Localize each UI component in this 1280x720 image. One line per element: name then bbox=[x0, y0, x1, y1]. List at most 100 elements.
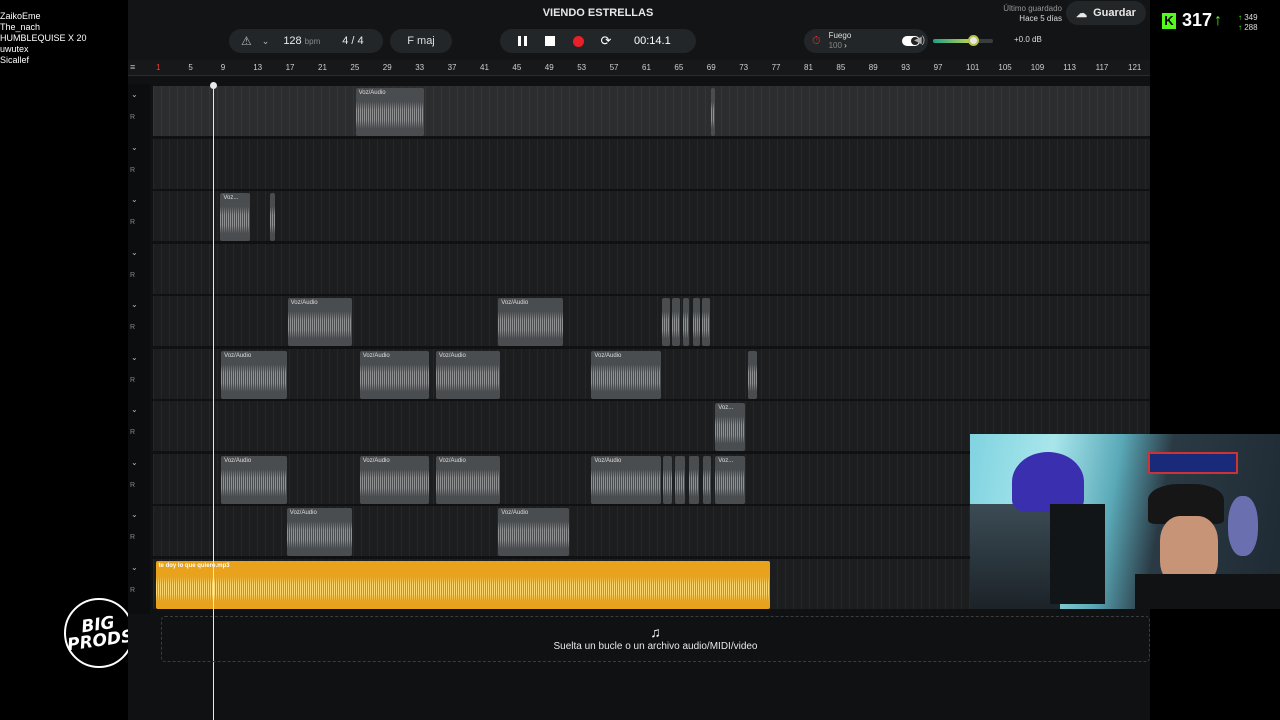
audio-clip[interactable]: Voz/Audio bbox=[498, 508, 570, 556]
audio-clip[interactable]: Voz/Audio bbox=[359, 350, 429, 399]
volume-knob[interactable] bbox=[968, 35, 979, 46]
track-header[interactable]: ⌄ R bbox=[128, 452, 150, 504]
audio-clip[interactable] bbox=[672, 298, 680, 346]
chevron-down-icon[interactable]: ⌄ bbox=[131, 248, 138, 257]
audio-clip[interactable] bbox=[747, 350, 758, 399]
input-record-icon[interactable]: R bbox=[130, 219, 135, 226]
input-record-icon[interactable]: R bbox=[130, 324, 135, 331]
audio-clip[interactable] bbox=[688, 455, 700, 504]
chevron-down-icon[interactable]: ⌄ bbox=[131, 405, 138, 414]
audio-clip[interactable]: Voz/Audio bbox=[359, 455, 429, 504]
chevron-down-icon[interactable]: ⌄ bbox=[131, 143, 138, 152]
viewer-counter: K 317 ↑ bbox=[1162, 10, 1222, 31]
track-header[interactable]: ⌄ R bbox=[128, 137, 150, 189]
kick-logo: K bbox=[1162, 12, 1176, 29]
ruler-tick: 37 bbox=[447, 63, 457, 72]
input-record-icon[interactable]: R bbox=[130, 272, 135, 279]
chevron-down-icon[interactable]: ⌄ bbox=[131, 510, 138, 519]
track-lane[interactable] bbox=[153, 243, 1150, 295]
audio-clip[interactable]: Voz/Audio bbox=[498, 298, 563, 346]
audio-clip[interactable]: Voz/Audio bbox=[287, 298, 352, 346]
input-record-icon[interactable]: R bbox=[130, 167, 135, 174]
loop-button[interactable]: ⟳ bbox=[592, 29, 620, 53]
track-header[interactable]: ⌄ R bbox=[128, 294, 150, 346]
audio-clip[interactable]: Voz/Audio bbox=[435, 350, 500, 399]
master-fx-pill[interactable]: ⏱ Fuego 100 › bbox=[804, 29, 928, 53]
chevron-down-icon[interactable]: ⌄ bbox=[131, 300, 138, 309]
timeline-ruler[interactable]: ≡ 1 5 9 13 17 21 25 29 33 37 41 45 49 53 57 61 65 69 73 77 8… bbox=[128, 60, 1150, 76]
track-header[interactable]: ⌄ R bbox=[128, 557, 150, 609]
ruler-tick: 5 bbox=[188, 63, 193, 72]
audio-clip[interactable] bbox=[703, 455, 712, 504]
bpm-unit: bpm bbox=[304, 36, 321, 46]
big-prods-logo: BIG PRODS bbox=[64, 598, 134, 668]
clip-label: Voz/Audio bbox=[290, 300, 318, 306]
audio-clip[interactable]: Voz/Audio bbox=[591, 455, 661, 504]
audio-clip[interactable] bbox=[702, 298, 711, 346]
track-header[interactable]: ⌄ R bbox=[128, 399, 150, 451]
input-record-icon[interactable]: R bbox=[130, 482, 135, 489]
input-record-icon[interactable]: R bbox=[130, 377, 135, 384]
speaker-icon[interactable]: ◀) bbox=[914, 35, 925, 46]
key-selector[interactable]: F maj bbox=[390, 29, 452, 53]
audio-clip[interactable]: Voz/Audio bbox=[221, 350, 287, 399]
chat-name: ZaikoEme bbox=[0, 11, 41, 21]
audio-clip[interactable]: Voz/Audio bbox=[286, 508, 352, 556]
drop-zone-text: Suelta un bucle o un archivo audio/MIDI/… bbox=[553, 641, 758, 652]
ruler-tick: 53 bbox=[577, 63, 587, 72]
stop-button[interactable] bbox=[536, 29, 564, 53]
track-header[interactable]: ⌄ R bbox=[128, 84, 150, 136]
track-header[interactable]: ⌄ R bbox=[128, 504, 150, 556]
metronome-icon[interactable]: ⚠ bbox=[241, 34, 252, 48]
input-record-icon[interactable]: R bbox=[130, 587, 135, 594]
audio-clip[interactable]: Voz/Audio bbox=[355, 88, 425, 136]
track-lane[interactable]: Voz... bbox=[153, 191, 1150, 242]
save-button[interactable]: ☁ Guardar bbox=[1066, 1, 1146, 25]
chevron-down-icon[interactable]: ⌄ bbox=[262, 36, 270, 47]
track-header[interactable]: ⌄ R bbox=[128, 189, 150, 241]
master-value: 100 bbox=[828, 41, 842, 50]
track-header[interactable]: ⌄ R bbox=[128, 347, 150, 399]
chevron-down-icon[interactable]: ⌄ bbox=[131, 458, 138, 467]
record-button[interactable] bbox=[564, 29, 592, 53]
track-lane[interactable] bbox=[153, 138, 1150, 190]
track-header[interactable]: ⌄ R bbox=[128, 242, 150, 294]
track-lane[interactable]: Voz/Audio Voz/Audio bbox=[153, 296, 1150, 347]
audio-clip[interactable]: Voz/Audio bbox=[435, 455, 500, 504]
clip-waveform bbox=[359, 465, 429, 500]
audio-clip[interactable] bbox=[269, 193, 275, 241]
bpm-value[interactable]: 128 bbox=[283, 35, 301, 47]
audio-clip[interactable]: Voz/Audio bbox=[221, 455, 287, 504]
chevron-down-icon[interactable]: ⌄ bbox=[131, 353, 138, 362]
track-lane[interactable]: Voz/Audio Voz/Audio Voz/Audio Voz/Audio bbox=[153, 348, 1150, 400]
clip-waveform bbox=[692, 308, 700, 342]
save-label: Guardar bbox=[1093, 7, 1136, 19]
audio-clip[interactable]: Voz... bbox=[220, 193, 251, 241]
clip-waveform bbox=[155, 572, 770, 605]
audio-clip[interactable]: Voz... bbox=[715, 403, 746, 451]
audio-clip[interactable] bbox=[661, 298, 670, 346]
clip-waveform bbox=[674, 465, 686, 500]
audio-clip[interactable]: Voz/Audio bbox=[591, 350, 661, 399]
input-record-icon[interactable]: R bbox=[130, 534, 135, 541]
audio-clip[interactable] bbox=[662, 455, 672, 504]
chevron-down-icon[interactable]: ⌄ bbox=[131, 563, 138, 572]
audio-clip[interactable] bbox=[682, 298, 690, 346]
audio-clip[interactable]: Voz... bbox=[715, 455, 746, 504]
input-record-icon[interactable]: R bbox=[130, 114, 135, 121]
audio-clip[interactable] bbox=[692, 298, 700, 346]
key-value[interactable]: F maj bbox=[407, 35, 435, 47]
drop-zone[interactable]: ♫ Suelta un bucle o un archivo audio/MID… bbox=[161, 616, 1150, 662]
pause-button[interactable] bbox=[508, 29, 536, 53]
audio-clip[interactable] bbox=[711, 88, 716, 136]
input-record-icon[interactable]: R bbox=[130, 429, 135, 436]
audio-clip[interactable]: te doy lo que quiero.mp3 bbox=[155, 560, 770, 609]
time-signature[interactable]: 4 / 4 bbox=[342, 35, 363, 47]
track-lane[interactable]: Voz/Audio bbox=[153, 86, 1150, 137]
tempo-pill[interactable]: ⚠ ⌄ 128 bpm 4 / 4 bbox=[229, 29, 383, 53]
chevron-down-icon[interactable]: ⌄ bbox=[131, 195, 138, 204]
volume-slider[interactable] bbox=[933, 39, 993, 43]
chevron-down-icon[interactable]: ⌄ bbox=[131, 90, 138, 99]
menu-icon[interactable]: ≡ bbox=[130, 62, 135, 72]
audio-clip[interactable] bbox=[674, 455, 686, 504]
